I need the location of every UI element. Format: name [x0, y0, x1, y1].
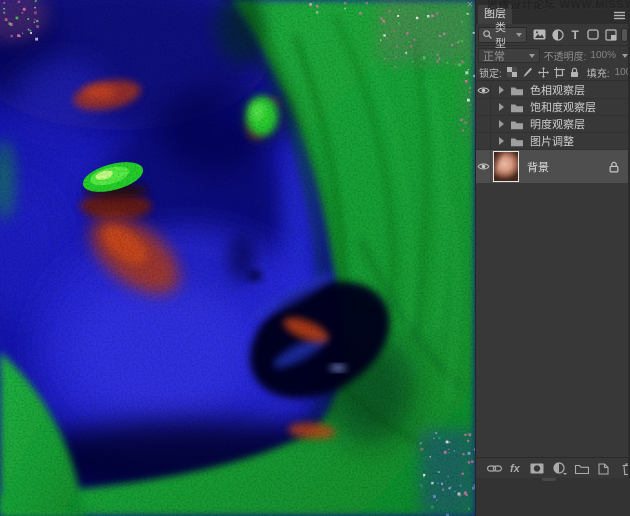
- filter-toggle[interactable]: [621, 28, 628, 42]
- opacity-label: 不透明度:: [544, 48, 587, 63]
- layer-name: 饱和度观察层: [530, 99, 596, 115]
- blend-row: 正常 不透明度: 100%: [476, 47, 630, 64]
- layer-row-lightness-group[interactable]: 明度观察层: [476, 116, 630, 133]
- lock-transparency-icon[interactable]: [507, 66, 517, 79]
- search-icon: [483, 30, 492, 39]
- lock-position-icon[interactable]: [538, 66, 549, 79]
- visibility-toggle[interactable]: [476, 100, 491, 115]
- lock-label: 锁定:: [479, 65, 502, 80]
- folder-icon: [510, 119, 524, 130]
- layer-style-fx-icon[interactable]: fx: [510, 461, 520, 477]
- document-close-icon[interactable]: ×: [464, 0, 476, 11]
- type-filter-icon[interactable]: T: [566, 26, 584, 44]
- opacity-value[interactable]: 100%: [590, 50, 616, 61]
- add-mask-icon[interactable]: [530, 461, 544, 477]
- folder-icon: [510, 102, 524, 113]
- canvas-image[interactable]: [0, 0, 475, 516]
- fill-label: 填充:: [587, 65, 610, 80]
- shape-filter-icon[interactable]: [584, 26, 602, 44]
- chevron-down-icon: [529, 54, 535, 58]
- layer-thumbnail[interactable]: [493, 151, 519, 182]
- caret-icon[interactable]: [499, 86, 504, 94]
- panel-footer: fx: [476, 457, 630, 479]
- blend-mode-dropdown[interactable]: 正常: [478, 48, 540, 63]
- layer-row-background[interactable]: 背景: [476, 150, 630, 183]
- eye-icon: [477, 86, 490, 95]
- lock-icon: [609, 161, 619, 173]
- lock-artboard-icon[interactable]: [554, 66, 565, 79]
- lock-all-icon[interactable]: [570, 66, 579, 79]
- visibility-toggle[interactable]: [476, 117, 491, 132]
- chevron-down-icon: [516, 33, 522, 37]
- layer-name: 色相观察层: [530, 82, 585, 98]
- layer-row-hue-group[interactable]: 色相观察层: [476, 82, 630, 99]
- filter-kind-label: 类型: [495, 19, 513, 51]
- panel-bottom-strip: [476, 478, 630, 516]
- layer-name: 明度观察层: [530, 116, 585, 132]
- canvas-area[interactable]: [0, 0, 475, 516]
- filter-kind-dropdown[interactable]: 类型: [478, 27, 527, 43]
- photoshop-window: × 思缘设计论坛 WWW.MISSYUAN.COM 图层 类型: [0, 0, 630, 516]
- caret-icon[interactable]: [499, 137, 504, 145]
- layer-row-saturation-group[interactable]: 饱和度观察层: [476, 99, 630, 116]
- blend-mode-value: 正常: [483, 48, 505, 64]
- watermark-text: 思缘设计论坛 WWW.MISSYUAN.COM: [487, 0, 630, 12]
- visibility-toggle[interactable]: [476, 134, 491, 149]
- layer-name: 图片调整: [530, 133, 574, 149]
- caret-icon[interactable]: [499, 120, 504, 128]
- caret-icon[interactable]: [499, 103, 504, 111]
- image-filter-icon[interactable]: [531, 26, 549, 44]
- link-layers-icon[interactable]: [487, 461, 502, 477]
- new-adjustment-layer-icon[interactable]: [553, 461, 568, 477]
- visibility-toggle[interactable]: [476, 151, 491, 183]
- new-layer-icon[interactable]: [598, 461, 609, 477]
- layer-list-empty-area[interactable]: [476, 183, 630, 457]
- layer-name: 背景: [527, 159, 549, 175]
- folder-icon: [510, 85, 524, 96]
- lock-row: 锁定: 填充: 100%: [476, 64, 630, 81]
- smart-object-filter-icon[interactable]: [602, 26, 620, 44]
- filter-row: 类型 T: [476, 24, 630, 46]
- panel-resize-grip[interactable]: [542, 478, 556, 481]
- eye-icon: [477, 162, 490, 171]
- layers-panel: 图层 类型 T: [475, 0, 630, 516]
- layer-row-adjust-group[interactable]: 图片调整: [476, 133, 630, 150]
- lock-pixels-icon[interactable]: [522, 66, 533, 79]
- folder-icon: [510, 136, 524, 147]
- adjustment-filter-icon[interactable]: [549, 26, 567, 44]
- new-group-icon[interactable]: [575, 461, 589, 477]
- visibility-toggle[interactable]: [476, 83, 491, 98]
